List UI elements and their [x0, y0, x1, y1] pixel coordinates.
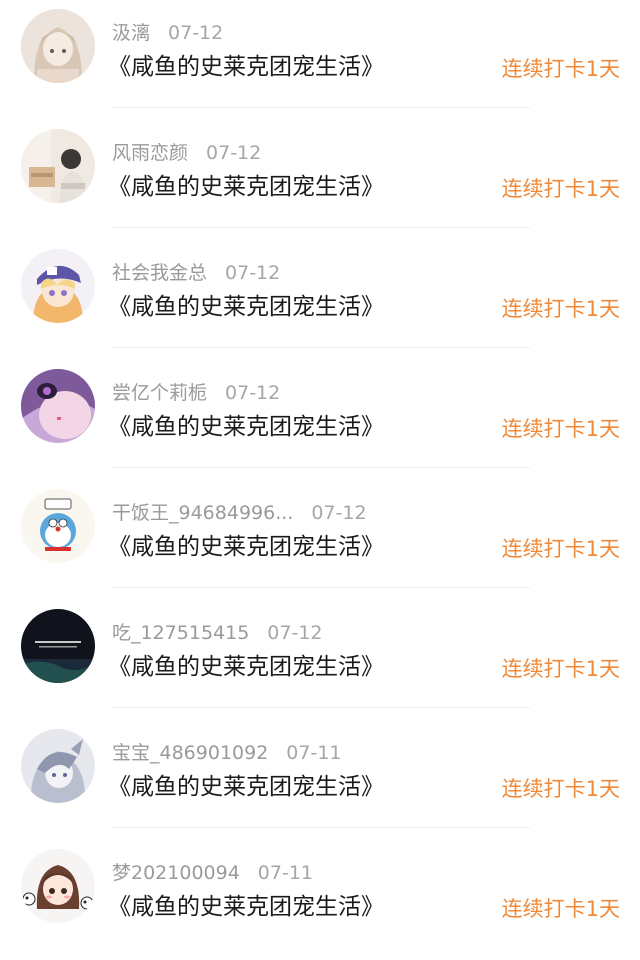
streak-badge: 连续打卡1天 — [501, 897, 620, 921]
list-item[interactable]: 尝亿个莉栀 07-12 《咸鱼的史莱克团宠生活》 连续打卡1天 — [0, 360, 640, 480]
streak-badge: 连续打卡1天 — [501, 297, 620, 321]
book-title[interactable]: 《咸鱼的史莱克团宠生活》 — [108, 529, 384, 565]
entry-date: 07-12 — [168, 22, 224, 44]
divider — [112, 467, 530, 468]
streak-badge: 连续打卡1天 — [501, 417, 620, 441]
avatar[interactable] — [21, 609, 95, 683]
divider — [112, 707, 530, 708]
avatar[interactable] — [21, 9, 95, 83]
user-name[interactable]: 干饭王_94684996... — [112, 502, 293, 524]
entry-date: 07-12 — [225, 262, 281, 284]
book-title[interactable]: 《咸鱼的史莱克团宠生活》 — [108, 409, 384, 445]
avatar[interactable] — [21, 249, 95, 323]
user-name[interactable]: 宝宝_486901092 — [112, 742, 268, 764]
divider — [112, 227, 530, 228]
entry-meta: 尝亿个莉栀 07-12 — [112, 378, 280, 408]
entry-meta: 风雨恋颜 07-12 — [112, 138, 261, 168]
list-item[interactable]: 风雨恋颜 07-12 《咸鱼的史莱克团宠生活》 连续打卡1天 — [0, 120, 640, 240]
entry-date: 07-11 — [286, 742, 342, 764]
book-title[interactable]: 《咸鱼的史莱克团宠生活》 — [108, 889, 384, 925]
entry-meta: 社会我金总 07-12 — [112, 258, 280, 288]
entry-meta: 汲漓 07-12 — [112, 18, 223, 48]
avatar[interactable] — [21, 369, 95, 443]
divider — [112, 347, 530, 348]
streak-badge: 连续打卡1天 — [501, 537, 620, 561]
list-item[interactable]: 宝宝_486901092 07-11 《咸鱼的史莱克团宠生活》 连续打卡1天 — [0, 720, 640, 840]
avatar[interactable] — [21, 729, 95, 803]
user-name[interactable]: 尝亿个莉栀 — [112, 382, 207, 404]
streak-badge: 连续打卡1天 — [501, 657, 620, 681]
user-name[interactable]: 梦202100094 — [112, 862, 240, 884]
streak-badge: 连续打卡1天 — [501, 777, 620, 801]
avatar[interactable] — [21, 489, 95, 563]
entry-date: 07-12 — [206, 142, 262, 164]
divider — [112, 827, 530, 828]
list-item[interactable]: 汲漓 07-12 《咸鱼的史莱克团宠生活》 连续打卡1天 — [0, 0, 640, 120]
entry-date: 07-12 — [311, 502, 367, 524]
entry-date: 07-12 — [225, 382, 281, 404]
entry-meta: 干饭王_94684996... 07-12 — [112, 498, 367, 528]
entry-meta: 宝宝_486901092 07-11 — [112, 738, 342, 768]
user-name[interactable]: 社会我金总 — [112, 262, 207, 284]
streak-badge: 连续打卡1天 — [501, 57, 620, 81]
streak-badge: 连续打卡1天 — [501, 177, 620, 201]
book-title[interactable]: 《咸鱼的史莱克团宠生活》 — [108, 649, 384, 685]
entry-date: 07-11 — [257, 862, 314, 884]
user-name[interactable]: 汲漓 — [112, 22, 150, 44]
list-item[interactable]: 梦202100094 07-11 《咸鱼的史莱克团宠生活》 连续打卡1天 — [0, 840, 640, 960]
divider — [112, 587, 530, 588]
book-title[interactable]: 《咸鱼的史莱克团宠生活》 — [108, 769, 384, 805]
user-name[interactable]: 吃_127515415 — [112, 622, 249, 644]
list-item[interactable]: 社会我金总 07-12 《咸鱼的史莱克团宠生活》 连续打卡1天 — [0, 240, 640, 360]
list-item[interactable]: 干饭王_94684996... 07-12 《咸鱼的史莱克团宠生活》 连续打卡1天 — [0, 480, 640, 600]
book-title[interactable]: 《咸鱼的史莱克团宠生活》 — [108, 49, 384, 85]
entry-meta: 吃_127515415 07-12 — [112, 618, 323, 648]
user-name[interactable]: 风雨恋颜 — [112, 142, 188, 164]
book-title[interactable]: 《咸鱼的史莱克团宠生活》 — [108, 289, 384, 325]
book-title[interactable]: 《咸鱼的史莱克团宠生活》 — [108, 169, 384, 205]
checkin-list: 汲漓 07-12 《咸鱼的史莱克团宠生活》 连续打卡1天 风雨恋颜 07-12 《咸… — [0, 0, 640, 932]
entry-date: 07-12 — [267, 622, 323, 644]
avatar[interactable] — [21, 129, 95, 203]
entry-meta: 梦202100094 07-11 — [112, 858, 313, 888]
list-item[interactable]: 吃_127515415 07-12 《咸鱼的史莱克团宠生活》 连续打卡1天 — [0, 600, 640, 720]
avatar[interactable] — [21, 849, 95, 923]
divider — [112, 107, 530, 108]
